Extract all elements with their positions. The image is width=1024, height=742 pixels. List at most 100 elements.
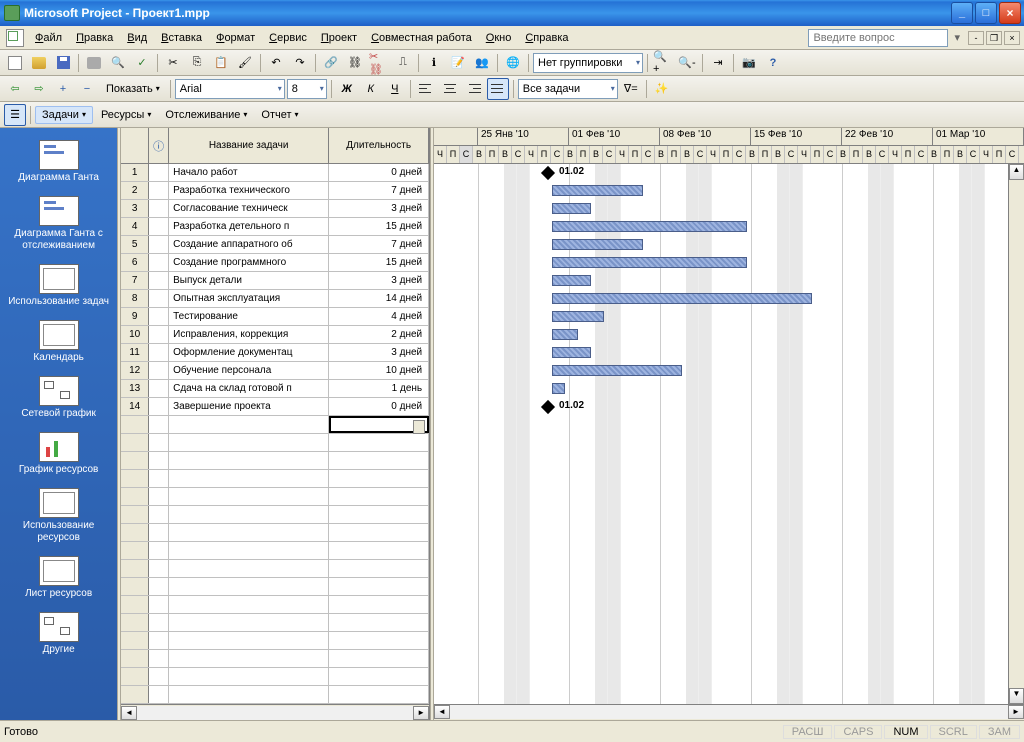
tracking-guide-button[interactable]: Отслеживание ▾ xyxy=(159,107,253,123)
report-guide-button[interactable]: Отчет ▾ xyxy=(255,107,304,123)
split-task-button[interactable]: ⎍ xyxy=(392,52,414,74)
task-name-cell[interactable]: Опытная эксплуатация xyxy=(169,290,329,307)
view-item[interactable]: Календарь xyxy=(2,316,115,368)
row-header[interactable]: 3 xyxy=(121,200,149,217)
duration-cell[interactable]: 0 дней xyxy=(329,398,429,415)
menu-правка[interactable]: Правка xyxy=(69,30,120,46)
gantt-bar[interactable] xyxy=(552,347,591,358)
info-cell[interactable] xyxy=(149,398,169,415)
row-header[interactable]: 9 xyxy=(121,308,149,325)
redo-button[interactable]: ↷ xyxy=(289,52,311,74)
task-row[interactable]: 1 Начало работ0 дней xyxy=(121,164,429,182)
task-name-cell[interactable]: Исправления, коррекция xyxy=(169,326,329,343)
task-row[interactable]: 10 Исправления, коррекция2 дней xyxy=(121,326,429,344)
font-size-combo[interactable]: 8▾ xyxy=(287,79,327,99)
duration-cell[interactable]: 14 дней xyxy=(329,290,429,307)
mdi-restore-button[interactable]: ❐ xyxy=(986,31,1002,45)
menu-проект[interactable]: Проект xyxy=(314,30,364,46)
save-button[interactable] xyxy=(52,52,74,74)
task-notes-button[interactable]: 📝 xyxy=(447,52,469,74)
print-preview-button[interactable]: 🔍 xyxy=(107,52,129,74)
menu-формат[interactable]: Формат xyxy=(209,30,262,46)
link-tasks-button[interactable]: ⛓ xyxy=(344,52,366,74)
task-name-cell[interactable]: Сдача на склад готовой п xyxy=(169,380,329,397)
task-hscrollbar[interactable]: ◄► xyxy=(121,704,429,720)
name-column-header[interactable]: Название задачи xyxy=(169,128,329,163)
task-name-cell[interactable]: Завершение проекта xyxy=(169,398,329,415)
gantt-bar[interactable] xyxy=(552,239,643,250)
view-item[interactable]: Диаграмма Ганта xyxy=(2,136,115,188)
task-row[interactable]: 11Оформление документац3 дней xyxy=(121,344,429,362)
duration-cell[interactable]: 15 дней xyxy=(329,218,429,235)
row-header[interactable]: 7 xyxy=(121,272,149,289)
align-left-button[interactable] xyxy=(415,78,437,100)
duration-cell[interactable]: 15 дней xyxy=(329,254,429,271)
menu-сервис[interactable]: Сервис xyxy=(262,30,314,46)
row-header[interactable]: 10 xyxy=(121,326,149,343)
gantt-bar[interactable] xyxy=(552,383,565,394)
duration-cell[interactable]: 7 дней xyxy=(329,236,429,253)
mdi-minimize-button[interactable]: - xyxy=(968,31,984,45)
cut-button[interactable]: ✂ xyxy=(162,52,184,74)
view-item[interactable]: Использование ресурсов xyxy=(2,484,115,548)
info-cell[interactable] xyxy=(149,308,169,325)
open-button[interactable] xyxy=(28,52,50,74)
duration-cell[interactable]: 4 дней xyxy=(329,308,429,325)
gantt-bar[interactable] xyxy=(552,365,682,376)
italic-button[interactable]: К xyxy=(360,78,382,100)
task-name-cell[interactable]: Создание аппаратного об xyxy=(169,236,329,253)
menu-справка[interactable]: Справка xyxy=(518,30,575,46)
info-cell[interactable] xyxy=(149,254,169,271)
task-row[interactable]: 2 Разработка технического7 дней xyxy=(121,182,429,200)
align-right-button[interactable] xyxy=(463,78,485,100)
menu-окно[interactable]: Окно xyxy=(479,30,519,46)
minimize-button[interactable]: _ xyxy=(951,2,973,24)
autofilter-button[interactable]: ∇= xyxy=(620,78,642,100)
info-cell[interactable] xyxy=(149,218,169,235)
gantt-bar[interactable] xyxy=(552,185,643,196)
project-guide-toggle[interactable]: ☰ xyxy=(4,104,26,126)
duration-edit-cell[interactable] xyxy=(329,416,429,433)
view-item[interactable]: Лист ресурсов xyxy=(2,552,115,604)
help-dropdown-icon[interactable]: ▾ xyxy=(954,31,960,44)
task-row[interactable]: 12Обучение персонала10 дней xyxy=(121,362,429,380)
new-button[interactable] xyxy=(4,52,26,74)
row-header[interactable]: 12 xyxy=(121,362,149,379)
group-by-combo[interactable]: Нет группировки▾ xyxy=(533,53,643,73)
info-column-header[interactable]: ⓘ xyxy=(149,128,169,163)
duration-cell[interactable]: 1 день xyxy=(329,380,429,397)
task-name-cell[interactable]: Создание программного xyxy=(169,254,329,271)
duration-cell[interactable]: 3 дней xyxy=(329,272,429,289)
align-justify-button[interactable] xyxy=(487,78,509,100)
row-header[interactable]: 2 xyxy=(121,182,149,199)
gantt-bar[interactable] xyxy=(552,257,747,268)
row-header[interactable]: 6 xyxy=(121,254,149,271)
view-item[interactable]: Сетевой график xyxy=(2,372,115,424)
info-cell[interactable] xyxy=(149,236,169,253)
maximize-button[interactable]: □ xyxy=(975,2,997,24)
copy-picture-button[interactable]: 📷 xyxy=(738,52,760,74)
task-name-cell[interactable]: Разработка технического xyxy=(169,182,329,199)
spell-check-button[interactable]: ✓ xyxy=(131,52,153,74)
underline-button[interactable]: Ч xyxy=(384,78,406,100)
outdent-button[interactable]: ⇦ xyxy=(4,78,26,100)
task-row[interactable]: 5Создание аппаратного об7 дней xyxy=(121,236,429,254)
duration-cell[interactable]: 0 дней xyxy=(329,164,429,181)
gantt-bar[interactable] xyxy=(552,221,747,232)
bold-button[interactable]: Ж xyxy=(336,78,358,100)
duration-cell[interactable]: 7 дней xyxy=(329,182,429,199)
gantt-bar[interactable] xyxy=(552,203,591,214)
duration-column-header[interactable]: Длительность xyxy=(329,128,429,163)
filter-combo[interactable]: Все задачи▾ xyxy=(518,79,618,99)
indent-button[interactable]: ⇨ xyxy=(28,78,50,100)
help-search-input[interactable] xyxy=(808,29,948,47)
row-header[interactable]: 1 xyxy=(121,164,149,181)
info-cell[interactable] xyxy=(149,200,169,217)
zoom-in-button[interactable]: 🔍+ xyxy=(652,52,674,74)
duration-cell[interactable]: 2 дней xyxy=(329,326,429,343)
task-name-cell[interactable]: Начало работ xyxy=(169,164,329,181)
paste-button[interactable]: 📋 xyxy=(210,52,232,74)
gantt-hscrollbar[interactable]: ◄► xyxy=(434,704,1024,720)
menu-файл[interactable]: Файл xyxy=(28,30,69,46)
align-center-button[interactable] xyxy=(439,78,461,100)
